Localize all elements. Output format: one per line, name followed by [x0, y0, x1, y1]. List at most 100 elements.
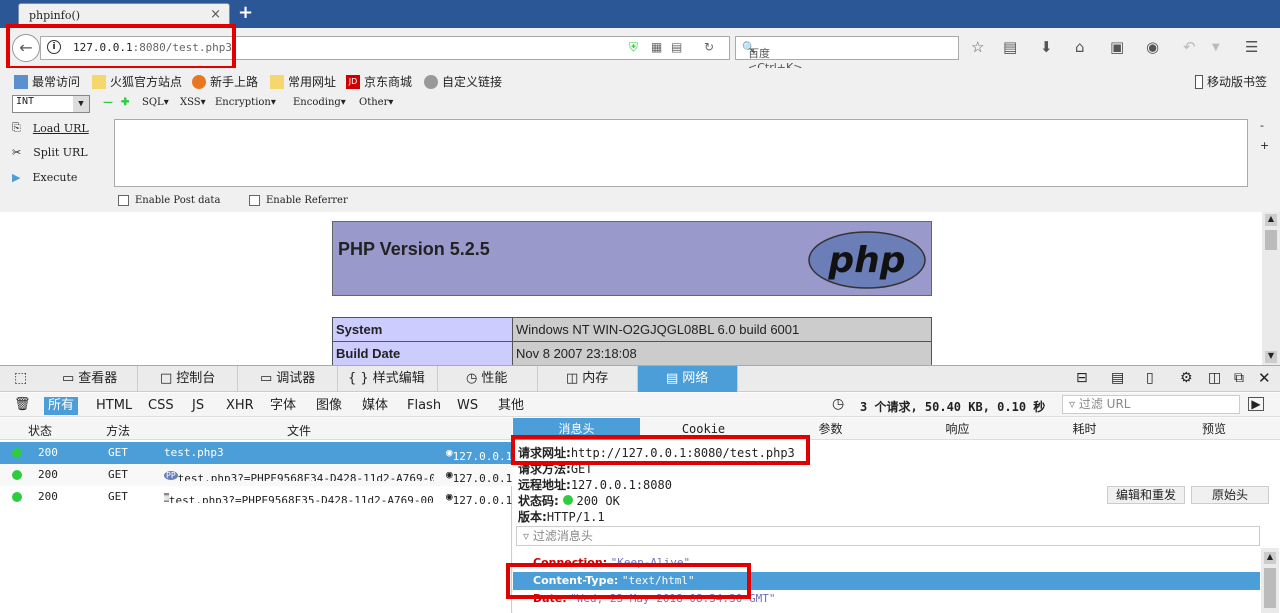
menu-xss[interactable]: XSS▾ — [180, 97, 206, 108]
shrink-icon[interactable]: - — [1260, 119, 1264, 132]
bookmark-item[interactable]: 最常访问 — [14, 73, 80, 90]
tab-console[interactable]: □ 控制台 — [138, 366, 238, 392]
bookmark-item[interactable]: 火狐官方站点 — [92, 73, 182, 90]
tab-inspector[interactable]: ▭ 查看器 — [40, 366, 138, 392]
reader-icon[interactable]: ▤ — [671, 40, 682, 54]
trash-icon[interactable]: 🗑 — [14, 397, 31, 412]
dock-icon[interactable]: ◫ — [1208, 370, 1221, 386]
responsive-icon[interactable]: ▯ — [1146, 370, 1154, 386]
scroll-down-icon[interactable]: ▼ — [1265, 351, 1277, 363]
menu-sql[interactable]: SQL▾ — [142, 97, 169, 108]
menu-encoding[interactable]: Encoding▾ — [293, 97, 346, 108]
tab-timings[interactable]: 耗时 — [1021, 418, 1148, 440]
star-icon[interactable]: ☆ — [971, 38, 984, 56]
download-icon[interactable]: ⬇ — [1040, 38, 1053, 56]
filter-xhr[interactable]: XHR — [222, 397, 258, 415]
request-row[interactable]: 200 GET PP test.php3?=PHPE9568F34-D428-1… — [0, 464, 512, 486]
bookmark-icon — [14, 74, 28, 89]
filter-icon: ▿ — [1069, 397, 1076, 411]
filter-html[interactable]: HTML — [92, 397, 136, 415]
filter-media[interactable]: 媒体 — [358, 397, 392, 415]
picker-icon[interactable]: ⬚ — [14, 370, 27, 386]
new-tab-icon[interactable]: + — [238, 2, 253, 23]
php-logo: php — [808, 231, 926, 289]
col-method[interactable]: 方法 — [106, 422, 130, 439]
chat-icon[interactable]: ◉ — [1146, 38, 1159, 56]
filter-flash[interactable]: Flash — [403, 397, 445, 415]
scroll-thumb[interactable] — [1265, 230, 1277, 250]
layout-icon[interactable]: ⊟ — [1076, 370, 1088, 386]
request-row[interactable]: 200 GET ▦ test.php3?=PHPE9568F35-D428-11… — [0, 486, 512, 508]
enable-referrer-checkbox[interactable]: Enable Referrer — [249, 195, 348, 206]
status-dot — [562, 495, 573, 505]
tab-style-editor[interactable]: { } 样式编辑器 — [338, 366, 438, 412]
load-url-button[interactable]: ⎘ Load URL — [12, 121, 89, 135]
filter-css[interactable]: CSS — [144, 397, 178, 415]
status-dot — [12, 470, 22, 480]
close-icon[interactable]: ✕ — [1258, 369, 1271, 387]
raw-headers-button[interactable]: 原始头 — [1191, 486, 1269, 504]
highlight-box-request-url — [511, 435, 810, 465]
split-console-icon[interactable]: ▤ — [1111, 370, 1124, 386]
tab-title: phpinfo() — [29, 9, 81, 22]
home-icon[interactable]: ⌂ — [1075, 38, 1085, 56]
gear-icon[interactable]: ⚙ — [1180, 370, 1193, 386]
request-row[interactable]: 200 GET test.php3 ◉ 127.0.0.1 — [0, 442, 512, 464]
url-textarea[interactable] — [114, 119, 1248, 187]
tab-network[interactable]: ▤ 网络 — [638, 366, 738, 392]
execute-button[interactable]: ▶ Execute — [12, 171, 77, 184]
filter-other[interactable]: 其他 — [494, 397, 528, 415]
scroll-thumb[interactable] — [1264, 568, 1276, 608]
close-icon[interactable]: × — [210, 7, 221, 22]
details-scrollbar[interactable]: ▲ — [1261, 548, 1279, 613]
plus-icon[interactable]: ✚ — [121, 97, 129, 108]
page-scrollbar[interactable]: ▲ ▼ — [1262, 212, 1280, 365]
tab-performance[interactable]: ◷ 性能 — [438, 366, 538, 392]
tab-preview[interactable]: 预览 — [1148, 418, 1280, 440]
library-icon[interactable]: ▤ — [1003, 38, 1017, 56]
scroll-up-icon[interactable]: ▲ — [1264, 552, 1276, 564]
toggle-sidebar-icon[interactable]: ▶ — [1248, 397, 1264, 411]
header-filter-input[interactable]: ▿ 过滤消息头 — [516, 526, 1260, 546]
search-input[interactable]: 🔍 百度 <Ctrl+K> — [735, 36, 959, 74]
chevron-down-icon[interactable]: ▼ — [1212, 42, 1220, 53]
bookmark-item[interactable]: JD 京东商城 — [346, 73, 412, 90]
filter-js[interactable]: JS — [188, 397, 208, 415]
tab-memory[interactable]: ◫ 内存 — [538, 366, 638, 392]
expand-icon[interactable]: + — [1260, 139, 1269, 152]
reload-icon[interactable]: ↻ — [704, 40, 714, 54]
bookmark-item[interactable]: 自定义链接 — [424, 73, 502, 90]
bookmark-item[interactable]: 常用网址 — [270, 73, 336, 90]
tab-debugger[interactable]: ▭ 调试器 — [238, 366, 338, 392]
filter-all[interactable]: 所有 — [44, 397, 79, 415]
mobile-icon — [1195, 74, 1203, 89]
tab-response[interactable]: 响应 — [894, 418, 1021, 440]
enable-post-checkbox[interactable]: Enable Post data — [118, 195, 220, 206]
checkbox-icon[interactable] — [118, 195, 129, 206]
filter-url-input[interactable]: ▿ 过滤 URL — [1062, 395, 1240, 414]
col-file[interactable]: 文件 — [287, 422, 311, 439]
shield-icon[interactable]: ⛨ — [629, 40, 638, 55]
mobile-bookmarks[interactable]: 移动版书签 — [1195, 73, 1267, 90]
split-url-button[interactable]: ✂ Split URL — [12, 146, 88, 159]
crop-icon[interactable]: ▣ — [1110, 38, 1124, 56]
table-key: System — [332, 317, 513, 342]
filter-fonts[interactable]: 字体 — [266, 397, 300, 415]
minus-icon[interactable]: — — [103, 97, 113, 108]
qr-code-icon[interactable]: ▦ — [651, 40, 662, 54]
edit-resend-button[interactable]: 编辑和重发 — [1107, 486, 1186, 504]
filter-images[interactable]: 图像 — [312, 397, 346, 415]
filter-ws[interactable]: WS — [453, 397, 482, 415]
undock-icon[interactable]: ⧉ — [1234, 370, 1244, 386]
menu-other[interactable]: Other▾ — [359, 97, 393, 108]
checkbox-icon[interactable] — [249, 195, 260, 206]
type-select[interactable]: INT ▼ — [12, 95, 90, 113]
bookmark-item[interactable]: 新手上路 — [192, 73, 258, 90]
page-content: PHP Version 5.2.5 php System Windows NT W… — [0, 212, 1262, 365]
request-status: 200 — [38, 490, 58, 503]
scroll-up-icon[interactable]: ▲ — [1265, 214, 1277, 226]
col-status[interactable]: 状态 — [28, 422, 52, 439]
menu-icon[interactable]: ☰ — [1245, 38, 1258, 56]
undo-icon[interactable]: ↶ — [1183, 38, 1196, 56]
menu-encryption[interactable]: Encryption▾ — [215, 97, 276, 108]
